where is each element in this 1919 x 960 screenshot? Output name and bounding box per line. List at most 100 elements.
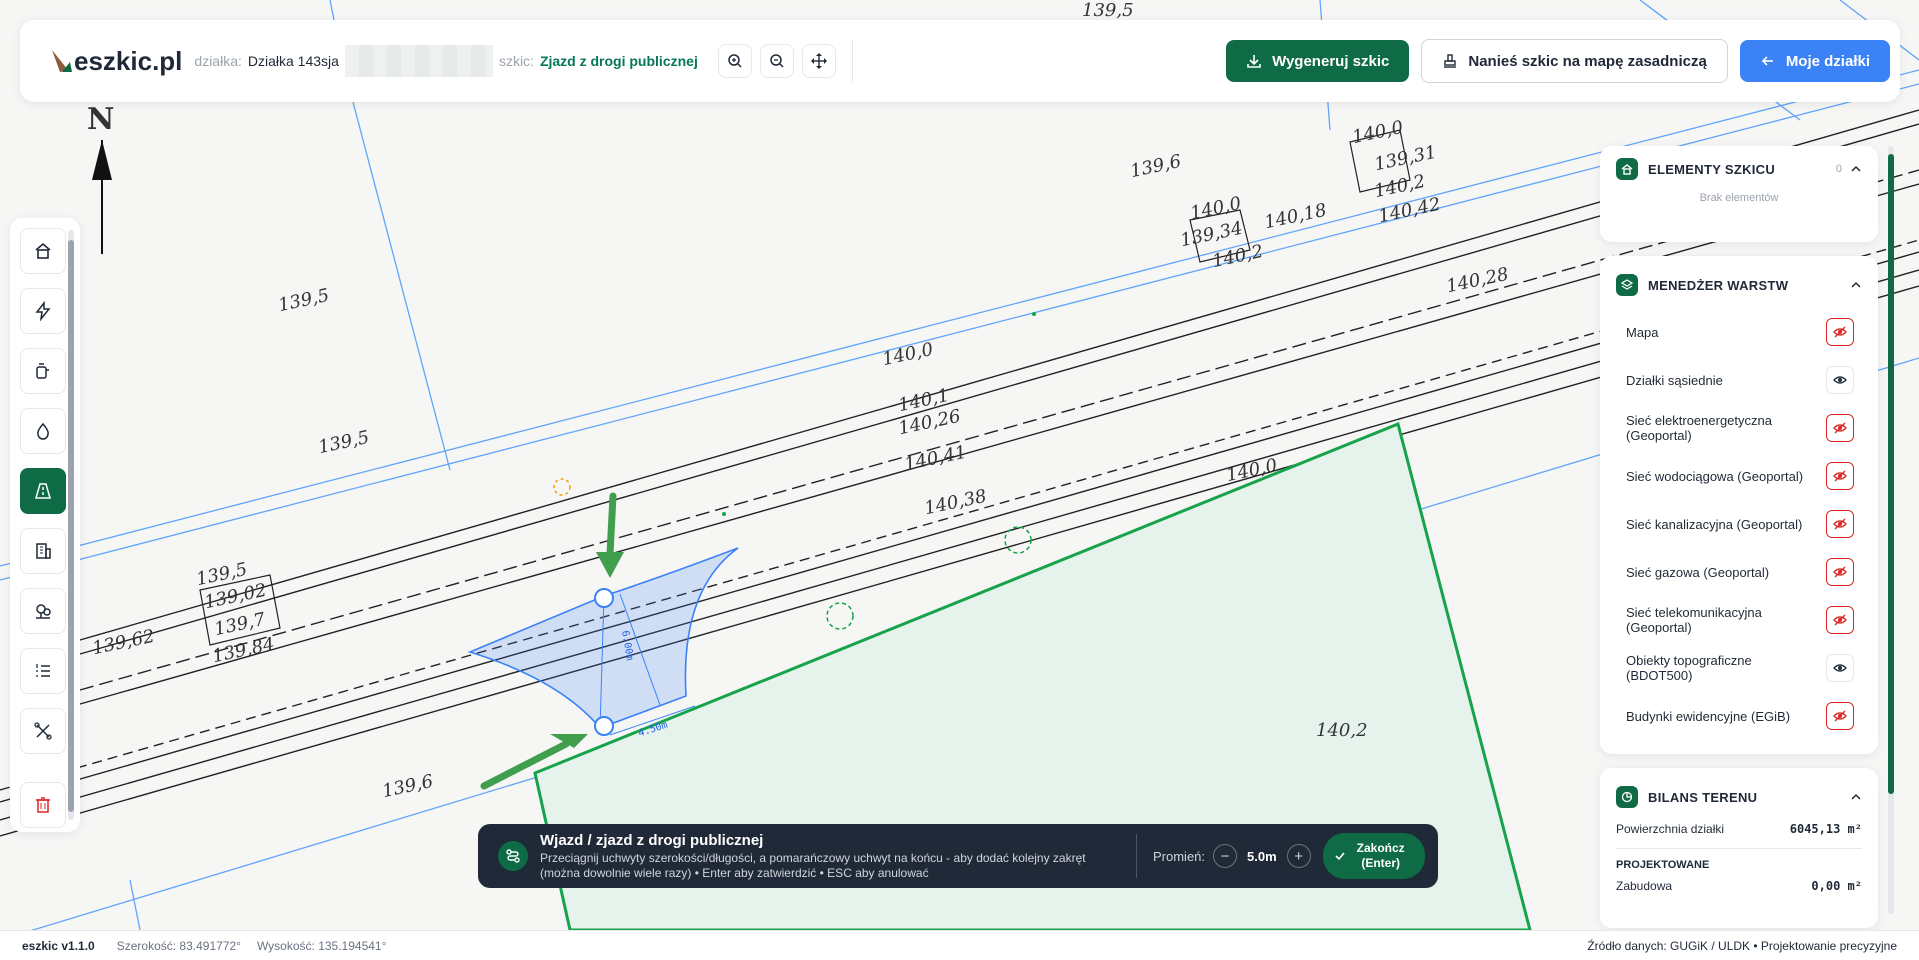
chevron-up-icon[interactable] xyxy=(1850,279,1862,291)
tools-icon xyxy=(34,722,52,740)
logo[interactable]: eszkic.pl xyxy=(50,46,182,77)
water-drop-icon xyxy=(37,422,49,440)
download-icon xyxy=(1247,55,1261,68)
toolbar-delete-button[interactable] xyxy=(20,782,66,828)
sketch-value: Zjazd z drogi publicznej xyxy=(539,53,698,69)
layer-label: Sieć telekomunikacyjna (Geoportal) xyxy=(1626,605,1762,635)
route-icon xyxy=(498,841,528,871)
zoom-out-button[interactable] xyxy=(759,44,794,78)
layer-label: Sieć kanalizacyjna (Geoportal) xyxy=(1626,516,1803,532)
eye-off-icon xyxy=(1833,326,1847,338)
my-parcels-button[interactable]: Moje działki xyxy=(1739,40,1890,82)
generate-sketch-button[interactable]: Wygeneruj szkic xyxy=(1226,40,1410,82)
eye-off-icon xyxy=(1833,566,1847,578)
sketch-elements-header[interactable]: ELEMENTY SZKICU 0 xyxy=(1600,146,1878,192)
radius-increase-button[interactable]: + xyxy=(1286,844,1311,868)
data-source: Źródło danych: GUGiK / ULDK • Projektowa… xyxy=(1587,939,1897,953)
toolbar-home-button[interactable] xyxy=(20,228,66,274)
left-toolbar xyxy=(10,218,80,832)
sidebar-scrollbar[interactable] xyxy=(1888,146,1894,914)
sketch-elements-empty: Brak elementów xyxy=(1699,192,1779,204)
chevron-up-icon[interactable] xyxy=(1850,163,1862,175)
pan-button[interactable] xyxy=(801,44,836,78)
layer-hidden-toggle[interactable] xyxy=(1826,462,1854,490)
instruction-description: Przeciągnij uchwyty szerokości/długości,… xyxy=(540,850,1086,880)
finish-button[interactable]: Zakończ (Enter) xyxy=(1322,833,1425,879)
sketch-elements-panel: ELEMENTY SZKICU 0 Brak elementów xyxy=(1600,146,1878,242)
toolbar-trees-button[interactable] xyxy=(20,588,66,634)
check-icon xyxy=(1335,852,1345,861)
sketch-label: szkic: xyxy=(498,53,534,69)
layer-list: Mapa Działki sąsiednie Sieć elektroenerget… xyxy=(1600,308,1878,740)
layer-label: Obiekty topograficzne (BDOT500) xyxy=(1626,653,1752,683)
map-height-label: 139,5 xyxy=(1082,0,1134,21)
eye-off-icon xyxy=(1833,710,1847,722)
layer-hidden-toggle[interactable] xyxy=(1826,606,1854,634)
toolbar-tools-button[interactable] xyxy=(20,708,66,754)
zoom-in-button[interactable] xyxy=(717,44,752,78)
gas-cylinder-icon xyxy=(36,363,49,379)
zoom-in-icon xyxy=(728,54,742,68)
layer-hidden-toggle[interactable] xyxy=(1826,414,1854,442)
road-icon xyxy=(35,483,51,499)
radius-decrease-button[interactable]: − xyxy=(1213,844,1238,868)
numbered-list-icon xyxy=(36,664,50,677)
pie-chart-panel-icon xyxy=(1616,786,1638,808)
layer-hidden-toggle[interactable] xyxy=(1826,558,1854,586)
generate-sketch-label: Wygeneruj szkic xyxy=(1272,52,1390,70)
home-panel-icon xyxy=(1616,158,1638,180)
layer-visible-toggle[interactable] xyxy=(1826,654,1854,682)
home-icon xyxy=(35,242,51,259)
layer-label: Budynki ewidencyjne (EGiB) xyxy=(1626,708,1791,724)
layer-row: Obiekty topograficzne (BDOT500) xyxy=(1600,644,1878,692)
layer-hidden-toggle[interactable] xyxy=(1826,702,1854,730)
apply-to-base-map-button[interactable]: Nanieś szkic na mapę zasadniczą xyxy=(1421,39,1728,83)
longitude-readout: Wysokość: 135.194541° xyxy=(256,939,387,953)
toolbar-gas-button[interactable] xyxy=(20,348,66,394)
toolbar-building-button[interactable] xyxy=(20,528,66,574)
toolbar-water-button[interactable] xyxy=(20,408,66,454)
toolbar-road-button[interactable] xyxy=(20,468,66,514)
north-label: N xyxy=(87,102,115,137)
logo-text: eszkic.pl xyxy=(74,45,183,76)
layer-label: Mapa xyxy=(1626,324,1659,340)
eye-off-icon xyxy=(1833,470,1847,482)
sketch-elements-title: ELEMENTY SZKICU xyxy=(1648,161,1776,177)
toolbar-list-button[interactable] xyxy=(20,648,66,694)
instruction-divider xyxy=(1136,834,1137,878)
layer-row: Budynki ewidencyjne (EGiB) xyxy=(1600,692,1878,740)
projected-heading: PROJEKTOWANE xyxy=(1616,848,1862,871)
toolbar-electricity-button[interactable] xyxy=(20,288,66,334)
building-icon xyxy=(36,543,51,559)
layer-label: Sieć elektroenergetyczna (Geoportal) xyxy=(1626,413,1772,443)
sidebar-scrollbar-thumb[interactable] xyxy=(1888,154,1894,794)
layer-row: Sieć elektroenergetyczna (Geoportal) xyxy=(1600,404,1878,452)
stamp-icon xyxy=(1444,54,1457,68)
toolbar-scrollbar[interactable] xyxy=(68,230,74,820)
eye-off-icon xyxy=(1833,422,1847,434)
arrow-left-icon xyxy=(1761,56,1773,66)
layer-hidden-toggle[interactable] xyxy=(1826,510,1854,538)
eye-icon xyxy=(1833,376,1847,384)
top-header: eszkic.pl działka: Działka 143sja szkic:… xyxy=(20,20,1900,102)
parcel-area-row: Powierzchnia działki 6045,13 m² xyxy=(1600,822,1878,836)
header-divider xyxy=(851,40,853,82)
layer-manager-panel: MENEDŻER WARSTW Mapa Działki sąsiednie Sie… xyxy=(1600,256,1878,754)
radius-value: 5.0m xyxy=(1247,848,1277,864)
layer-manager-header[interactable]: MENEDŻER WARSTW xyxy=(1600,262,1878,308)
breadcrumb: działka: Działka 143sja szkic: Zjazd z d… xyxy=(194,45,698,77)
chevron-up-icon[interactable] xyxy=(1850,791,1862,803)
layer-label: Sieć gazowa (Geoportal) xyxy=(1626,564,1770,580)
terrain-balance-title: BILANS TERENU xyxy=(1648,789,1758,805)
finish-label: Zakończ (Enter) xyxy=(1356,841,1405,870)
lightning-icon xyxy=(35,301,51,321)
apply-to-base-map-label: Nanieś szkic na mapę zasadniczą xyxy=(1468,52,1707,70)
parcel-area-value: 6045,13 m² xyxy=(1789,822,1862,836)
redacted-area xyxy=(344,45,493,77)
layer-row: Sieć gazowa (Geoportal) xyxy=(1600,548,1878,596)
layer-hidden-toggle[interactable] xyxy=(1826,318,1854,346)
toolbar-scrollbar-thumb[interactable] xyxy=(68,240,74,812)
terrain-balance-header[interactable]: BILANS TERENU xyxy=(1600,774,1878,820)
parcel-label: działka: xyxy=(194,53,242,69)
layer-visible-toggle[interactable] xyxy=(1826,366,1854,394)
